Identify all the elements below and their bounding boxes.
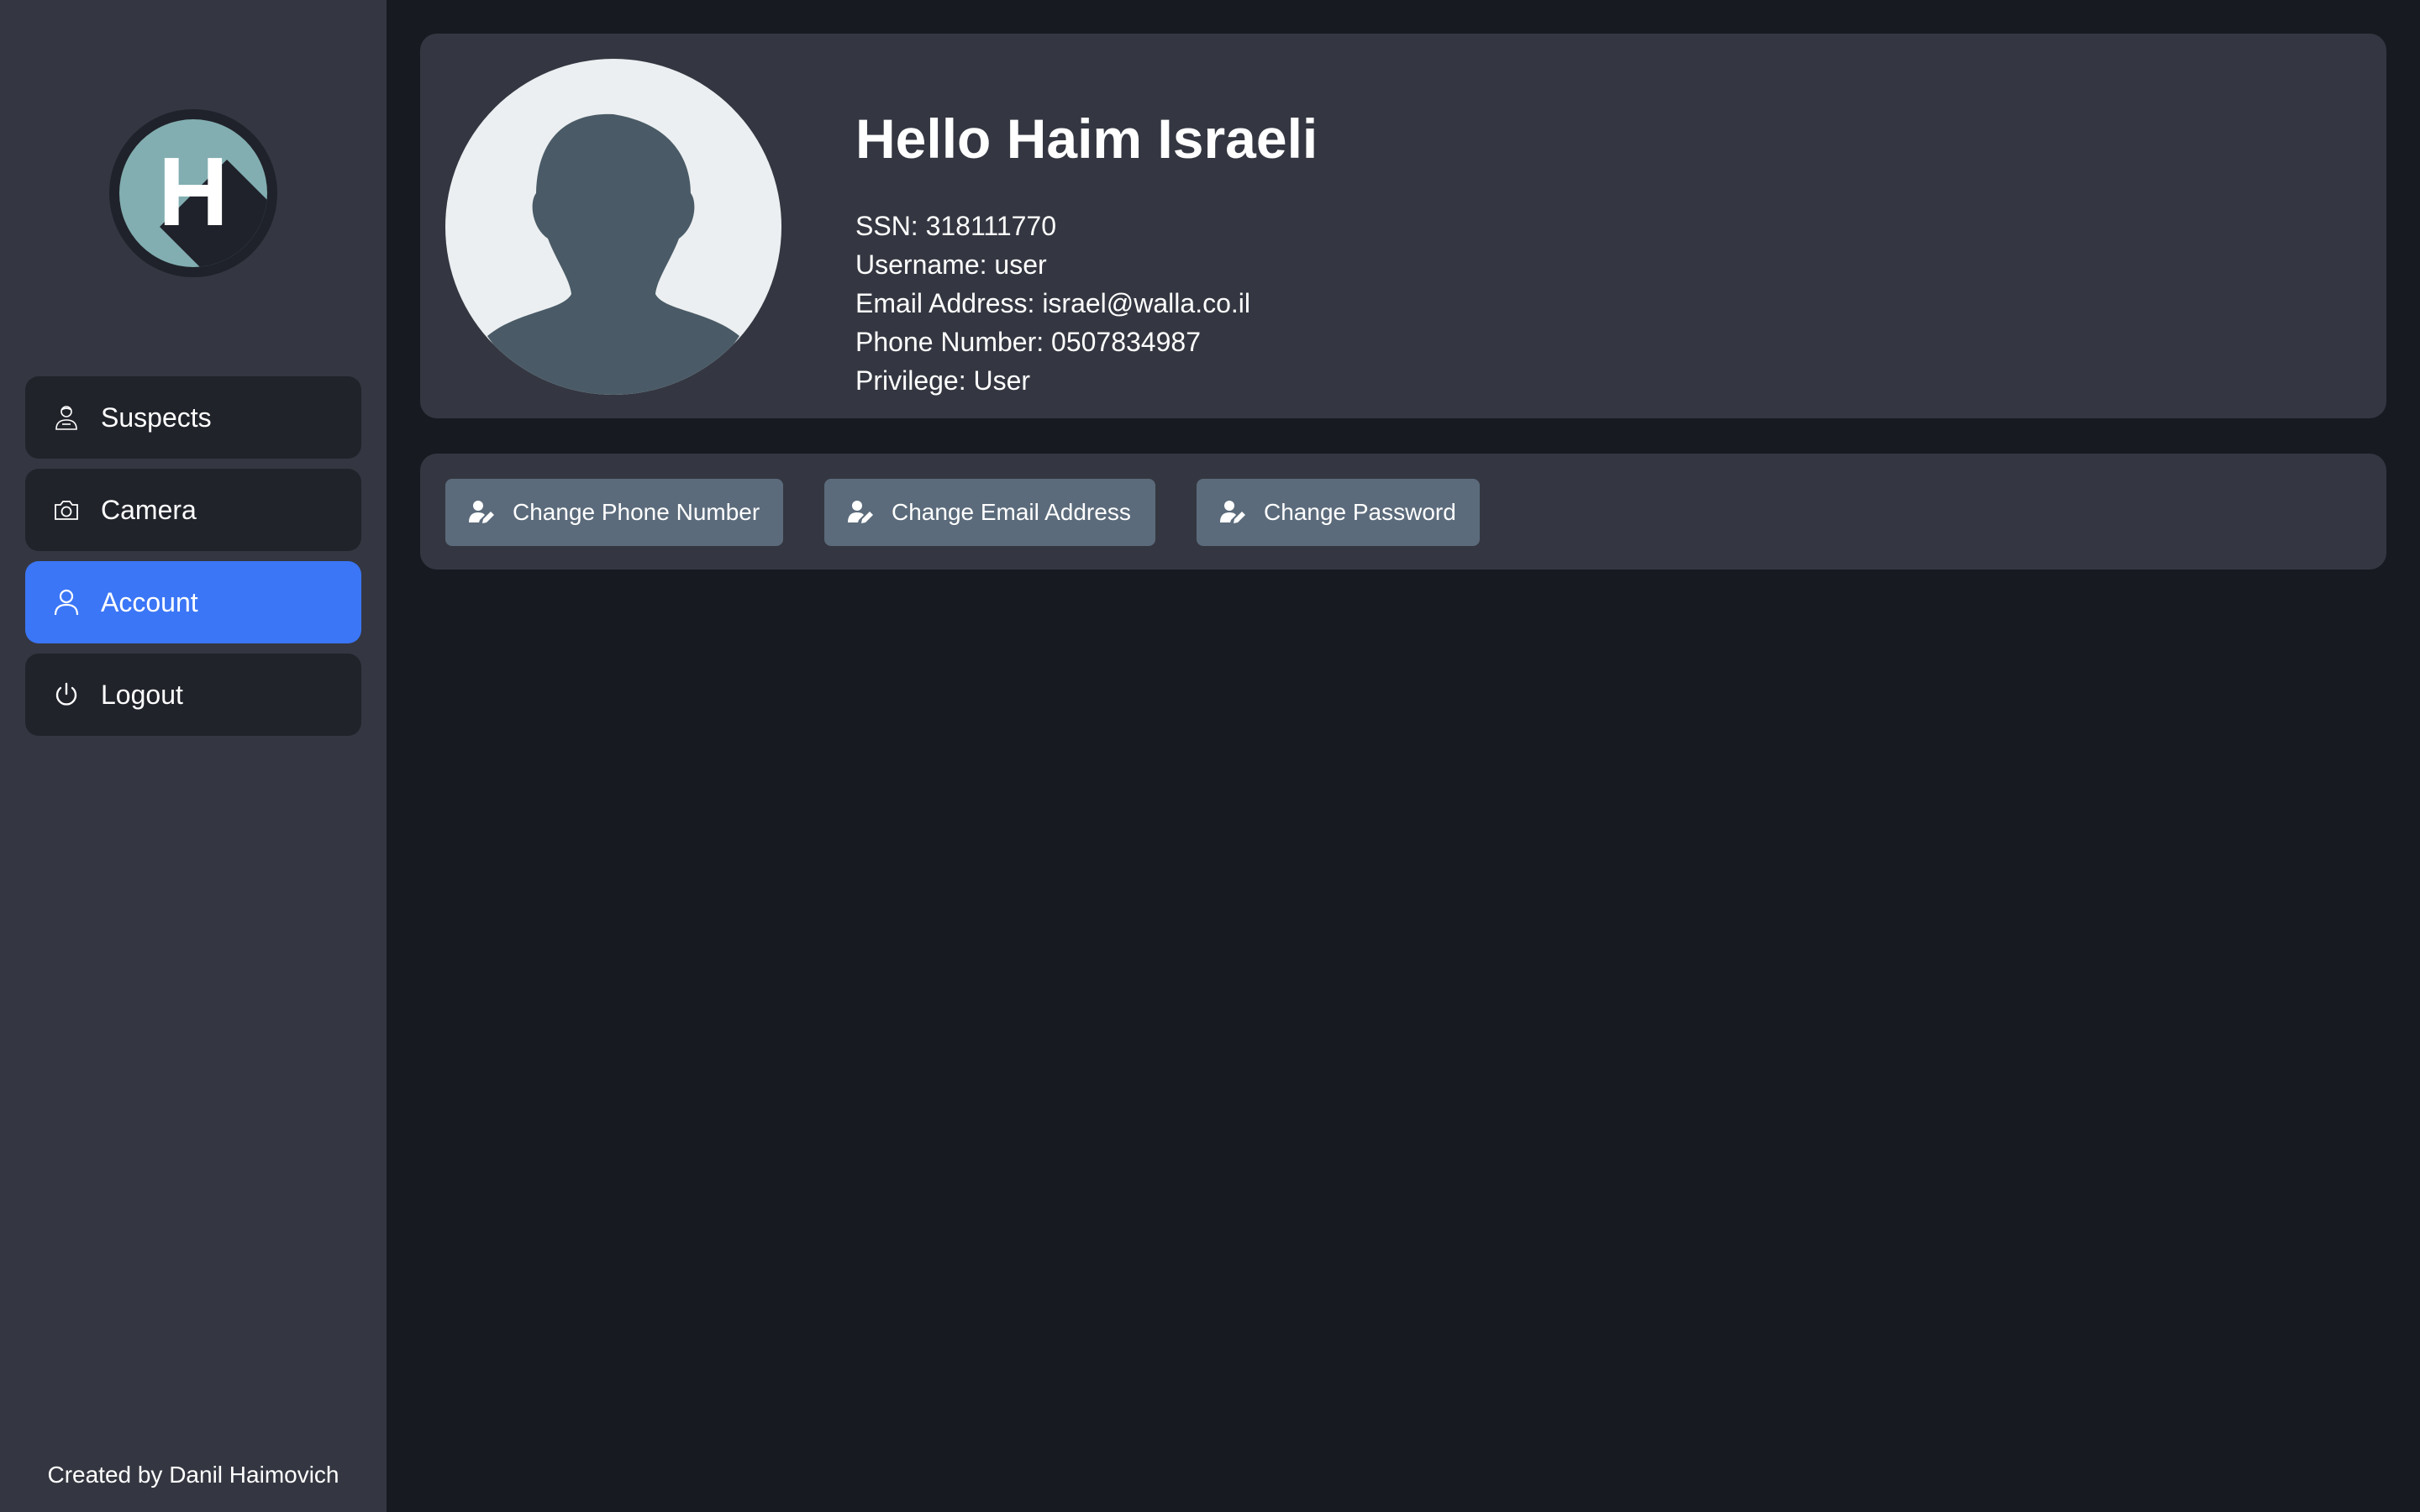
sidebar-item-label: Suspects	[101, 402, 212, 433]
change-email-label: Change Email Address	[892, 499, 1131, 525]
phone-value: Phone Number: 0507834987	[855, 327, 1201, 357]
email-value: Email Address: israel@walla.co.il	[855, 288, 1250, 318]
sidebar-nav: Suspects Camera Account Logout	[25, 376, 361, 746]
user-edit-icon	[1218, 498, 1247, 527]
username-value: Username: user	[855, 249, 1047, 280]
change-email-button[interactable]: Change Email Address	[824, 479, 1155, 546]
sidebar-item-label: Account	[101, 586, 198, 617]
change-password-label: Change Password	[1264, 499, 1456, 525]
change-phone-button[interactable]: Change Phone Number	[445, 479, 783, 546]
user-edit-icon	[846, 498, 875, 527]
sidebar-item-label: Camera	[101, 494, 197, 525]
avatar	[445, 59, 781, 395]
user-edit-icon	[467, 498, 496, 527]
sidebar-item-account[interactable]: Account	[25, 561, 361, 643]
account-actions: Change Phone Number Change Email Address	[420, 454, 2386, 570]
profile-card: Hello Haim Israeli SSN: 318111770 Userna…	[420, 34, 2386, 418]
sidebar: H Suspects Camera Account Logout Created…	[0, 0, 387, 1512]
footer-credit: Created by Danil Haimovich	[47, 1462, 339, 1488]
camera-icon	[50, 494, 82, 526]
power-icon	[50, 679, 82, 711]
suspect-icon	[50, 402, 82, 433]
default-avatar-icon	[487, 113, 739, 395]
page-title: Hello Haim Israeli	[855, 108, 1318, 170]
h-logo-icon: H	[119, 119, 267, 267]
ssn-value: SSN: 318111770	[855, 211, 1056, 241]
sidebar-item-logout[interactable]: Logout	[25, 654, 361, 736]
svg-text:H: H	[158, 137, 229, 246]
sidebar-item-label: Logout	[101, 679, 183, 710]
profile-details: SSN: 318111770 Username: user Email Addr…	[855, 207, 1250, 400]
sidebar-item-camera[interactable]: Camera	[25, 469, 361, 551]
app-logo: H	[109, 109, 277, 277]
change-password-button[interactable]: Change Password	[1197, 479, 1480, 546]
privilege-value: Privilege: User	[855, 365, 1031, 396]
user-icon	[50, 586, 82, 618]
sidebar-item-suspects[interactable]: Suspects	[25, 376, 361, 459]
change-phone-label: Change Phone Number	[513, 499, 760, 525]
